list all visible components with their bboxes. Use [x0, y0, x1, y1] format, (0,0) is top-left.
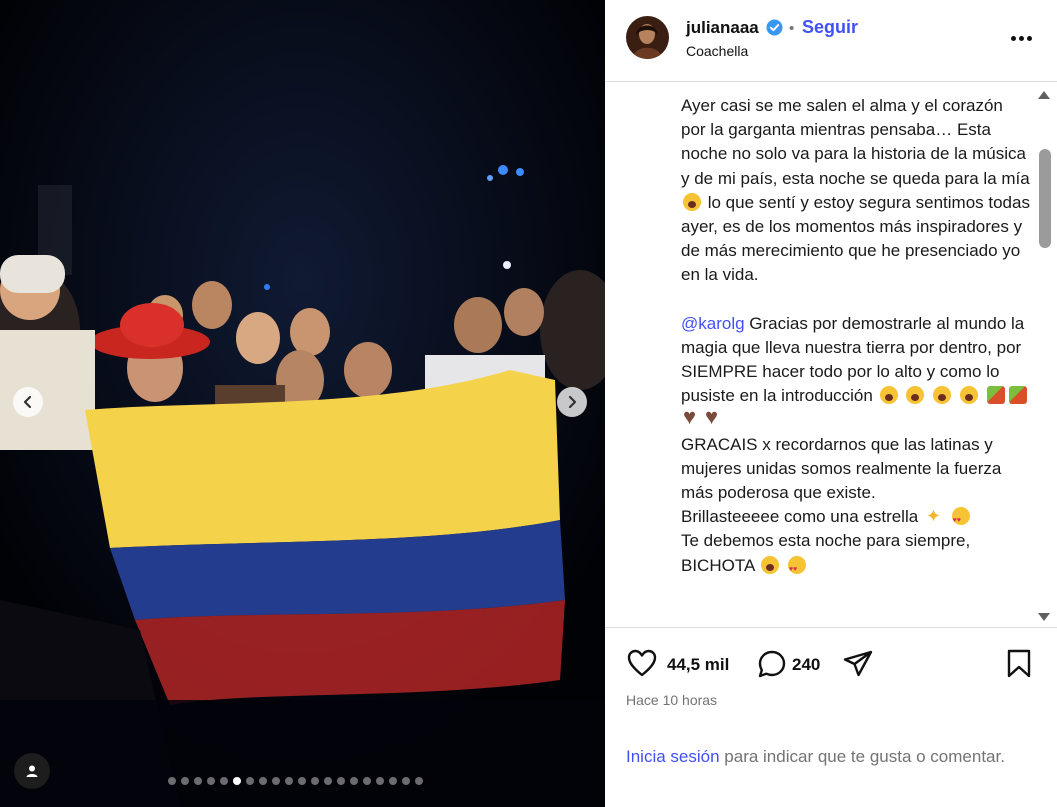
caption-text-5: Te debemos esta noche para siempre, BICH…: [681, 531, 975, 575]
carousel-dot: [415, 777, 423, 785]
verified-badge-icon: [766, 19, 783, 36]
caption-scroll-area[interactable]: Ayer casi se me salen el alma y el coraz…: [605, 82, 1057, 628]
heart-icon[interactable]: [626, 648, 658, 678]
login-prompt: Inicia sesión para indicar que te gusta …: [626, 745, 1046, 769]
comment-count[interactable]: 240: [792, 655, 820, 675]
carousel-dot: [376, 777, 384, 785]
post-timestamp: Hace 10 horas: [626, 692, 718, 708]
mention-link[interactable]: @karolg: [681, 314, 745, 333]
post-actions: 44,5 mil 240 Hace 10 horas: [605, 628, 1057, 728]
carousel-dot: [168, 777, 176, 785]
avatar[interactable]: [626, 16, 669, 59]
carousel-dot: [220, 777, 228, 785]
tagged-users-button[interactable]: [14, 753, 50, 789]
separator-dot: •: [789, 20, 795, 37]
brown-heart-emoji-icon: [683, 405, 701, 429]
brown-heart-emoji-icon: [705, 405, 723, 429]
carousel-dot: [285, 777, 293, 785]
carousel-dot: [324, 777, 332, 785]
sparkles-emoji-icon: [925, 504, 943, 528]
carousel-dot: [207, 777, 215, 785]
follow-button[interactable]: Seguir: [802, 17, 858, 38]
caption-text-3: GRACAIS x recordarnos que las latinas y …: [681, 434, 1007, 503]
carousel-dot: [337, 777, 345, 785]
login-link[interactable]: Inicia sesión: [626, 747, 720, 766]
crying-emoji-icon: [683, 192, 701, 211]
previous-photo-button[interactable]: [13, 387, 43, 417]
caption-scrollbar-thumb[interactable]: [1039, 149, 1051, 248]
scroll-up-arrow-icon[interactable]: [1036, 88, 1052, 102]
carousel-dot: [233, 777, 241, 785]
flag-emoji-icon: [1008, 386, 1027, 405]
carousel-dot: [350, 777, 358, 785]
concert-photo: [0, 0, 605, 807]
user-tag-icon: [26, 765, 38, 777]
crying-emoji-icon: [761, 555, 780, 574]
crying-emoji-icon: [959, 386, 978, 405]
carousel-dot: [246, 777, 254, 785]
comment-icon[interactable]: [756, 648, 788, 680]
caption-text-1: Ayer casi se me salen el alma y el coraz…: [681, 96, 1031, 188]
next-photo-button[interactable]: [557, 387, 587, 417]
post-media[interactable]: [0, 0, 605, 807]
carousel-dot: [272, 777, 280, 785]
carousel-dot: [259, 777, 267, 785]
chevron-right-icon: [568, 395, 577, 409]
flag-emoji-icon: [986, 386, 1005, 405]
post-caption: Ayer casi se me salen el alma y el coraz…: [681, 94, 1031, 582]
bookmark-icon[interactable]: [1005, 648, 1033, 680]
carousel-dot: [363, 777, 371, 785]
chevron-left-icon: [23, 395, 32, 409]
caption-text-1b: lo que sentí y estoy segura sentimos tod…: [681, 192, 1035, 285]
share-icon[interactable]: [842, 649, 874, 679]
username[interactable]: julianaaa: [686, 18, 759, 38]
carousel-dot: [181, 777, 189, 785]
login-prompt-text: para indicar que te gusta o comentar.: [719, 747, 1005, 766]
carousel-dot: [402, 777, 410, 785]
scroll-down-arrow-icon[interactable]: [1036, 610, 1052, 624]
heart-eyes-emoji-icon: [787, 555, 806, 582]
location-link[interactable]: Coachella: [686, 43, 748, 59]
carousel-dot: [389, 777, 397, 785]
crying-emoji-icon: [933, 386, 952, 405]
post-details-panel: julianaaa • Seguir Coachella Ayer casi s…: [605, 0, 1057, 807]
heart-eyes-emoji-icon: [951, 507, 970, 533]
caption-text-4: Brillasteeeee como una estrella: [681, 507, 919, 527]
carousel-dot: [311, 777, 319, 785]
carousel-indicator: [168, 777, 423, 785]
carousel-dot: [298, 777, 306, 785]
more-options-icon[interactable]: [1006, 26, 1036, 50]
like-count[interactable]: 44,5 mil: [667, 655, 729, 675]
post-header: julianaaa • Seguir Coachella: [605, 0, 1057, 82]
carousel-dot: [194, 777, 202, 785]
crying-emoji-icon: [879, 386, 898, 405]
crying-emoji-icon: [906, 386, 925, 405]
